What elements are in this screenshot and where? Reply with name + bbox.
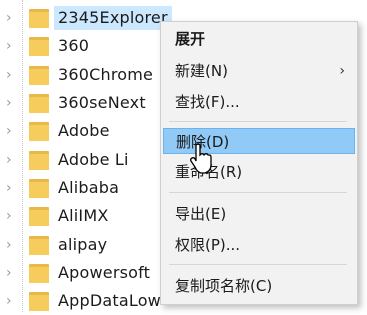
menu-item-permissions[interactable]: 权限(P)... — [163, 232, 355, 258]
tree-item-label: 360 — [58, 36, 90, 55]
folder-icon — [29, 9, 49, 28]
tree-item-label: alipay — [58, 235, 108, 254]
menu-item-find[interactable]: 查找(F)... — [163, 89, 355, 115]
folder-icon — [29, 236, 49, 255]
chevron-right-icon[interactable]: › — [6, 294, 16, 308]
menu-item-label: 展开 — [175, 30, 206, 48]
menu-item-new[interactable]: 新建(N) › — [163, 58, 355, 84]
chevron-right-icon[interactable]: › — [6, 124, 16, 138]
folder-icon — [29, 207, 49, 226]
folder-icon — [29, 264, 49, 283]
hand-cursor-icon — [190, 143, 212, 174]
folder-icon — [29, 94, 49, 113]
chevron-right-icon[interactable]: › — [6, 209, 16, 223]
tree-item-label: 360seNext — [58, 93, 146, 112]
tree-item-label: AppDataLow — [58, 291, 161, 310]
folder-icon — [29, 66, 49, 85]
tree-item-label: Adobe Li — [58, 150, 129, 169]
tree-item-label: AliIMX — [58, 206, 109, 225]
chevron-right-icon[interactable]: › — [6, 238, 16, 252]
folder-icon — [29, 151, 49, 170]
menu-item-export[interactable]: 导出(E) — [163, 201, 355, 227]
chevron-right-icon[interactable]: › — [6, 11, 16, 25]
menu-item-copy-key-name[interactable]: 复制项名称(C) — [163, 273, 355, 299]
chevron-right-icon[interactable]: › — [6, 68, 16, 82]
menu-item-label: 导出(E) — [175, 205, 227, 223]
folder-icon — [29, 179, 49, 198]
chevron-right-icon[interactable]: › — [6, 39, 16, 53]
menu-item-label: 新建(N) — [175, 62, 228, 80]
menu-item-label: 查找(F)... — [175, 93, 240, 111]
menu-item-label: 权限(P)... — [175, 236, 241, 254]
chevron-right-icon[interactable]: › — [6, 96, 16, 110]
tree-item-label: Alibaba — [58, 178, 120, 197]
menu-separator — [169, 264, 347, 265]
menu-item-expand[interactable]: 展开 — [163, 26, 355, 52]
tree-item-label: 2345Explorer — [58, 8, 168, 27]
menu-separator — [169, 121, 347, 122]
menu-item-label: 复制项名称(C) — [175, 277, 273, 295]
menu-separator — [169, 192, 347, 193]
folder-icon — [29, 122, 49, 141]
chevron-right-icon[interactable]: › — [6, 181, 16, 195]
folder-icon — [29, 37, 49, 56]
folder-icon — [29, 292, 49, 311]
tree-item-label: Adobe — [58, 121, 110, 140]
tree-item-label: 360Chrome — [58, 65, 154, 84]
chevron-right-icon[interactable]: › — [6, 153, 16, 167]
submenu-arrow-icon: › — [339, 63, 345, 79]
tree-item-label: Apowersoft — [58, 263, 151, 282]
chevron-right-icon[interactable]: › — [6, 266, 16, 280]
